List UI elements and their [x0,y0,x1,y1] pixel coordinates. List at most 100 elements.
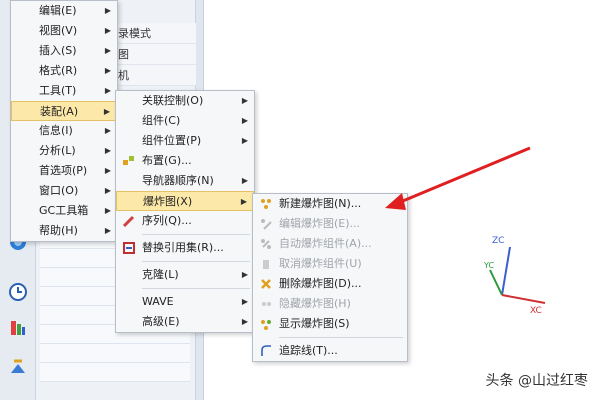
menu-item-label: 替换引用集(R)... [142,241,224,254]
menu-item-label: 布置(G)... [142,154,192,167]
menu-item-label: 组件位置(P) [142,134,202,147]
menu-item-label: 格式(R) [39,64,78,77]
submenu-arrow-icon: ▶ [103,107,110,116]
menu-item-new-explosion[interactable]: 新建爆炸图(N)... [253,194,407,214]
menu-item-unexplode[interactable]: 取消爆炸组件(U) [253,254,407,274]
submenu-arrow-icon: ▶ [104,86,111,95]
list-item[interactable]: 图 [110,44,198,65]
submenu-arrow-icon: ▶ [241,96,248,105]
menu-item-associative-control[interactable]: 关联控制(O) ▶ [116,91,254,111]
submenu-arrow-icon: ▶ [241,176,248,185]
menu-item-exploded-views[interactable]: 爆炸图(X) ▶ [116,191,254,211]
watermark: 头条 @山过红枣 [485,373,588,389]
menu-item-delete-explosion[interactable]: 删除爆炸图(D)... [253,274,407,294]
replace-refset-icon [122,241,136,255]
tools-icon[interactable] [8,356,28,376]
menu-item-label: 信息(I) [39,124,73,137]
menu-item-label: GC工具箱 [39,204,89,217]
sequence-icon [122,214,136,228]
menu-item-label: 视图(V) [39,24,78,37]
menu-item-info[interactable]: 信息(I) ▶ [11,121,117,141]
menu-item-sequence[interactable]: 序列(Q)... [116,211,254,231]
menu-item-component-position[interactable]: 组件位置(P) ▶ [116,131,254,151]
menu-item-label: 显示爆炸图(S) [279,317,350,330]
list-item[interactable]: 机 [110,65,198,86]
menu-item-label: 窗口(O) [39,184,79,197]
menu-item-view[interactable]: 视图(V) ▶ [11,21,117,41]
menu-item-label: 帮助(H) [39,224,78,237]
submenu-arrow-icon: ▶ [104,26,111,35]
submenu-arrow-icon: ▶ [104,166,111,175]
menu-item-label: 取消爆炸组件(U) [279,257,362,270]
menu-item-show-explosion[interactable]: 显示爆炸图(S) [253,314,407,334]
menu-item-insert[interactable]: 插入(S) ▶ [11,41,117,61]
menu-item-cloning[interactable]: 克隆(L) ▶ [116,265,254,285]
panel-partial-list: 录模式 图 机 [110,20,198,86]
menu-item-analysis[interactable]: 分析(L) ▶ [11,141,117,161]
menu-item-label: 追踪线(T)... [279,344,338,357]
submenu-arrow-icon: ▶ [104,206,111,215]
edit-explosion-icon [259,217,273,231]
list-item[interactable]: 录模式 [110,23,198,44]
exploded-view-submenu: 新建爆炸图(N)... 编辑爆炸图(E)... 自动爆炸组件(A)... 取消爆… [252,193,408,362]
new-explosion-icon [259,197,273,211]
menu-item-preferences[interactable]: 首选项(P) ▶ [11,161,117,181]
hide-explosion-icon [259,297,273,311]
menu-item-label: 爆炸图(X) [143,195,193,208]
auto-explode-icon [259,237,273,251]
menu-item-format[interactable]: 格式(R) ▶ [11,61,117,81]
clock-icon[interactable] [8,282,28,302]
menu-item-edit[interactable]: 编辑(E) ▶ [11,1,117,21]
submenu-arrow-icon: ▶ [241,317,248,326]
menu-item-label: 编辑(E) [39,4,77,17]
xc-label: XC [530,306,542,316]
assembly-submenu: 关联控制(O) ▶ 组件(C) ▶ 组件位置(P) ▶ 布置(G)... 导航器顺序(… [115,90,255,333]
menu-item-tracelines[interactable]: 追踪线(T)... [253,341,407,361]
menu-item-help[interactable]: 帮助(H) ▶ [11,221,117,241]
tracelines-icon [259,344,273,358]
main-menu: 编辑(E) ▶ 视图(V) ▶ 插入(S) ▶ 格式(R) ▶ 工具(T) ▶ 装配(A)… [10,0,118,242]
menu-item-label: 分析(L) [39,144,76,157]
menu-item-label: WAVE [142,295,174,308]
x-axis-line [501,294,546,304]
show-explosion-icon [259,317,273,331]
menu-item-label: 关联控制(O) [142,94,204,107]
menu-item-label: 序列(Q)... [142,214,192,227]
menu-item-label: 首选项(P) [39,164,88,177]
coordinate-triad: ZC YC XC [483,236,546,316]
submenu-arrow-icon: ▶ [104,126,111,135]
submenu-arrow-icon: ▶ [241,297,248,306]
menu-item-label: 新建爆炸图(N)... [279,197,362,210]
menu-separator [279,337,403,338]
menu-item-wave[interactable]: WAVE ▶ [116,292,254,312]
menu-item-assembly[interactable]: 装配(A) ▶ [11,101,117,121]
menu-item-auto-explode[interactable]: 自动爆炸组件(A)... [253,234,407,254]
menu-item-hide-explosion[interactable]: 隐藏爆炸图(H) [253,294,407,314]
submenu-arrow-icon: ▶ [241,116,248,125]
menu-item-edit-explosion[interactable]: 编辑爆炸图(E)... [253,214,407,234]
menu-item-advanced[interactable]: 高级(E) ▶ [116,312,254,332]
list-item[interactable] [40,363,190,382]
menu-item-components[interactable]: 组件(C) ▶ [116,111,254,131]
menu-item-label: 组件(C) [142,114,181,127]
list-item[interactable] [40,344,190,363]
menu-item-label: 高级(E) [142,315,180,328]
menu-item-label: 编辑爆炸图(E)... [279,217,361,230]
palette-icon[interactable] [8,318,28,338]
submenu-arrow-icon: ▶ [241,136,248,145]
submenu-arrow-icon: ▶ [241,270,248,279]
menu-item-gc-toolbox[interactable]: GC工具箱 ▶ [11,201,117,221]
menu-item-label: 导航器顺序(N) [142,174,214,187]
submenu-arrow-icon: ▶ [104,186,111,195]
menu-item-tools[interactable]: 工具(T) ▶ [11,81,117,101]
menu-item-navigator-order[interactable]: 导航器顺序(N) ▶ [116,171,254,191]
menu-item-replace-reference-set[interactable]: 替换引用集(R)... [116,238,254,258]
menu-item-label: 工具(T) [39,84,77,97]
submenu-arrow-icon: ▶ [104,66,111,75]
menu-separator [142,261,250,262]
menu-item-label: 删除爆炸图(D)... [279,277,362,290]
submenu-arrow-icon: ▶ [104,6,111,15]
delete-explosion-icon [259,277,273,291]
menu-item-arrangements[interactable]: 布置(G)... [116,151,254,171]
menu-item-window[interactable]: 窗口(O) ▶ [11,181,117,201]
